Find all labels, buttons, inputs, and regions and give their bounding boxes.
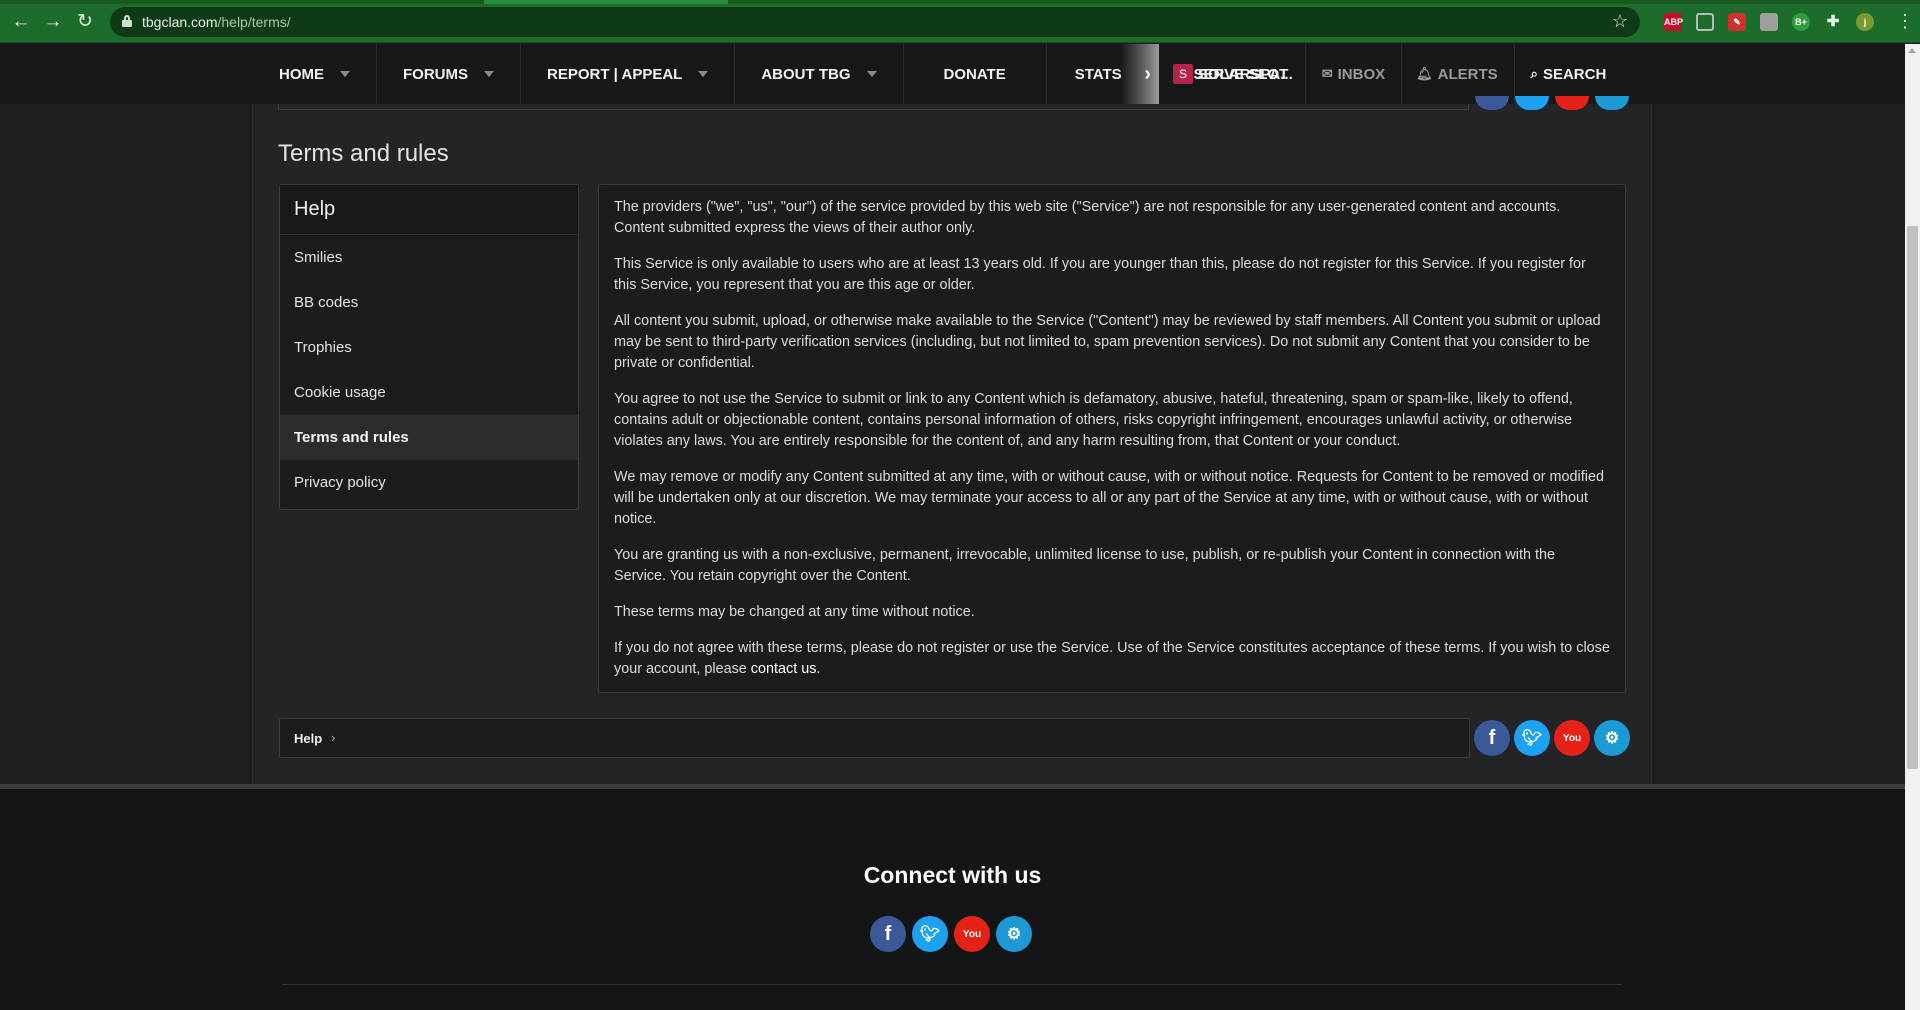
search-icon: ⌕: [1530, 66, 1538, 81]
terms-paragraph: You agree to not use the Service to subm…: [614, 391, 1573, 449]
user-avatar: S: [1173, 64, 1193, 84]
nav-alerts[interactable]: 🔔︎ ALERTS: [1402, 44, 1515, 104]
nav-search-label: SEARCH: [1542, 65, 1607, 83]
social-links: f 🐦︎ You ⚙: [1474, 720, 1630, 756]
user-name: SOLARSPA...: [1198, 65, 1293, 83]
translate-extension-icon[interactable]: [1760, 13, 1778, 31]
nav-alerts-label: ALERTS: [1437, 65, 1498, 83]
terms-paragraph: These terms may be changed at any time w…: [614, 604, 975, 620]
profile-avatar[interactable]: j: [1856, 13, 1874, 31]
browser-toolbar: ← → ↻ tbgclan.com/help/terms/ ☆ ABP ✎ B+…: [0, 0, 1920, 43]
nav-stats-label: STATS: [1074, 65, 1122, 83]
breadcrumb-help-link[interactable]: Help: [294, 731, 322, 746]
nav-about-tbg[interactable]: ABOUT TBG: [735, 44, 904, 104]
footer-divider: [282, 984, 1622, 985]
nav-user-account[interactable]: S SOLARSPA...: [1159, 44, 1306, 104]
caret-down-icon[interactable]: [484, 71, 494, 77]
youtube-icon[interactable]: You: [954, 916, 990, 952]
nav-about-tbg-label: ABOUT TBG: [761, 65, 851, 83]
help-link-terms-and-rules[interactable]: Terms and rules: [280, 415, 578, 460]
bell-icon: 🔔︎: [1416, 66, 1433, 81]
bookmark-star-icon[interactable]: ☆: [1612, 11, 1628, 32]
nav-report-appeal[interactable]: REPORT | APPEAL: [521, 44, 736, 104]
caret-down-icon[interactable]: [340, 71, 350, 77]
nav-forums[interactable]: FORUMS: [377, 44, 521, 104]
twitter-icon[interactable]: 🐦︎: [912, 916, 948, 952]
scrollbar-thumb[interactable]: [1907, 226, 1918, 769]
nav-home-label: HOME: [279, 65, 324, 83]
scroll-up-arrow-icon[interactable]: [1908, 48, 1916, 53]
help-link-trophies[interactable]: Trophies: [280, 325, 578, 370]
nav-inbox[interactable]: ✉ INBOX: [1306, 44, 1403, 104]
b-plus-extension-icon[interactable]: B+: [1792, 13, 1810, 31]
pen-extension-icon[interactable]: ✎: [1728, 13, 1746, 31]
steam-icon[interactable]: ⚙: [1594, 720, 1630, 756]
browser-menu-icon[interactable]: ⋮: [1896, 12, 1914, 30]
help-sidebar: Help Smilies BB codes Trophies Cookie us…: [279, 184, 579, 510]
page-scrollbar[interactable]: [1905, 44, 1920, 1010]
nav-donate[interactable]: DONATE: [904, 44, 1047, 104]
facebook-icon[interactable]: f: [870, 916, 906, 952]
terms-content: The providers ("we", "us", "our") of the…: [598, 184, 1626, 693]
caret-down-icon[interactable]: [866, 71, 877, 77]
nav-scroll-right-chevron-icon[interactable]: ›: [1121, 44, 1159, 104]
terms-paragraph: All content you submit, upload, or other…: [614, 313, 1601, 371]
terms-text-end: .: [816, 661, 821, 677]
footer-heading: Connect with us: [863, 862, 1042, 888]
youtube-icon[interactable]: You: [1554, 720, 1590, 756]
help-link-privacy-policy[interactable]: Privacy policy: [280, 460, 578, 505]
adblock-extension-icon[interactable]: ABP: [1664, 13, 1683, 31]
forward-arrow-icon[interactable]: →: [41, 10, 65, 34]
site-navbar: HOME FORUMS REPORT | APPEAL ABOUT TBG DO…: [0, 44, 1905, 104]
breadcrumb: Help ›: [279, 718, 1470, 758]
page-title: Terms and rules: [278, 140, 449, 167]
back-arrow-icon[interactable]: ←: [9, 10, 33, 34]
terms-paragraph: The providers ("we", "us", "our") of the…: [614, 199, 1561, 236]
nav-home[interactable]: HOME: [253, 44, 377, 104]
nav-search[interactable]: ⌕ SEARCH: [1515, 44, 1625, 104]
puzzle-extensions-icon[interactable]: ✚: [1824, 13, 1842, 31]
contact-us-link[interactable]: contact us: [751, 661, 817, 677]
top-social-icons-edge: [1475, 96, 1635, 115]
terms-paragraph-last: If you do not agree with these terms, pl…: [614, 638, 1610, 680]
twitter-icon[interactable]: 🐦︎: [1514, 720, 1550, 756]
lock-icon[interactable]: [122, 15, 132, 27]
url-path: /help/terms/: [217, 14, 291, 30]
terms-paragraph: This Service is only available to users …: [614, 256, 1586, 293]
url-host: tbgclan.com: [142, 14, 218, 30]
terms-paragraph: We may remove or modify any Content subm…: [614, 469, 1604, 527]
nav-forums-label: FORUMS: [403, 65, 468, 83]
top-breadcrumb-bar-edge: [278, 104, 1469, 110]
breadcrumb-chevron-icon: ›: [331, 730, 336, 745]
help-link-smilies[interactable]: Smilies: [280, 235, 578, 280]
help-link-cookie-usage[interactable]: Cookie usage: [280, 370, 578, 415]
footer: Connect with us f 🐦︎ You ⚙: [0, 789, 1905, 1010]
active-tab[interactable]: [484, 0, 728, 4]
help-link-bb-codes[interactable]: BB codes: [280, 280, 578, 325]
screenshot-extension-icon[interactable]: [1696, 13, 1714, 31]
facebook-icon[interactable]: f: [1474, 720, 1510, 756]
nav-inbox-label: INBOX: [1337, 65, 1386, 83]
tab-strip: [0, 0, 1920, 4]
caret-down-icon[interactable]: [698, 71, 709, 77]
page-container: Terms and rules Help Smilies BB codes Tr…: [252, 96, 1652, 784]
address-bar[interactable]: tbgclan.com/help/terms/ ☆: [110, 7, 1640, 37]
nav-donate-label: DONATE: [943, 65, 1006, 83]
url-text[interactable]: tbgclan.com/help/terms/: [142, 14, 291, 30]
terms-paragraph: You are granting us with a non-exclusive…: [614, 547, 1555, 584]
envelope-icon: ✉: [1321, 66, 1333, 81]
nav-report-appeal-label: REPORT | APPEAL: [547, 65, 683, 83]
footer-social-links: f 🐦︎ You ⚙: [870, 916, 1032, 952]
steam-icon[interactable]: ⚙: [996, 916, 1032, 952]
reload-icon[interactable]: ↻: [73, 10, 97, 34]
help-sidebar-header: Help: [280, 185, 578, 235]
